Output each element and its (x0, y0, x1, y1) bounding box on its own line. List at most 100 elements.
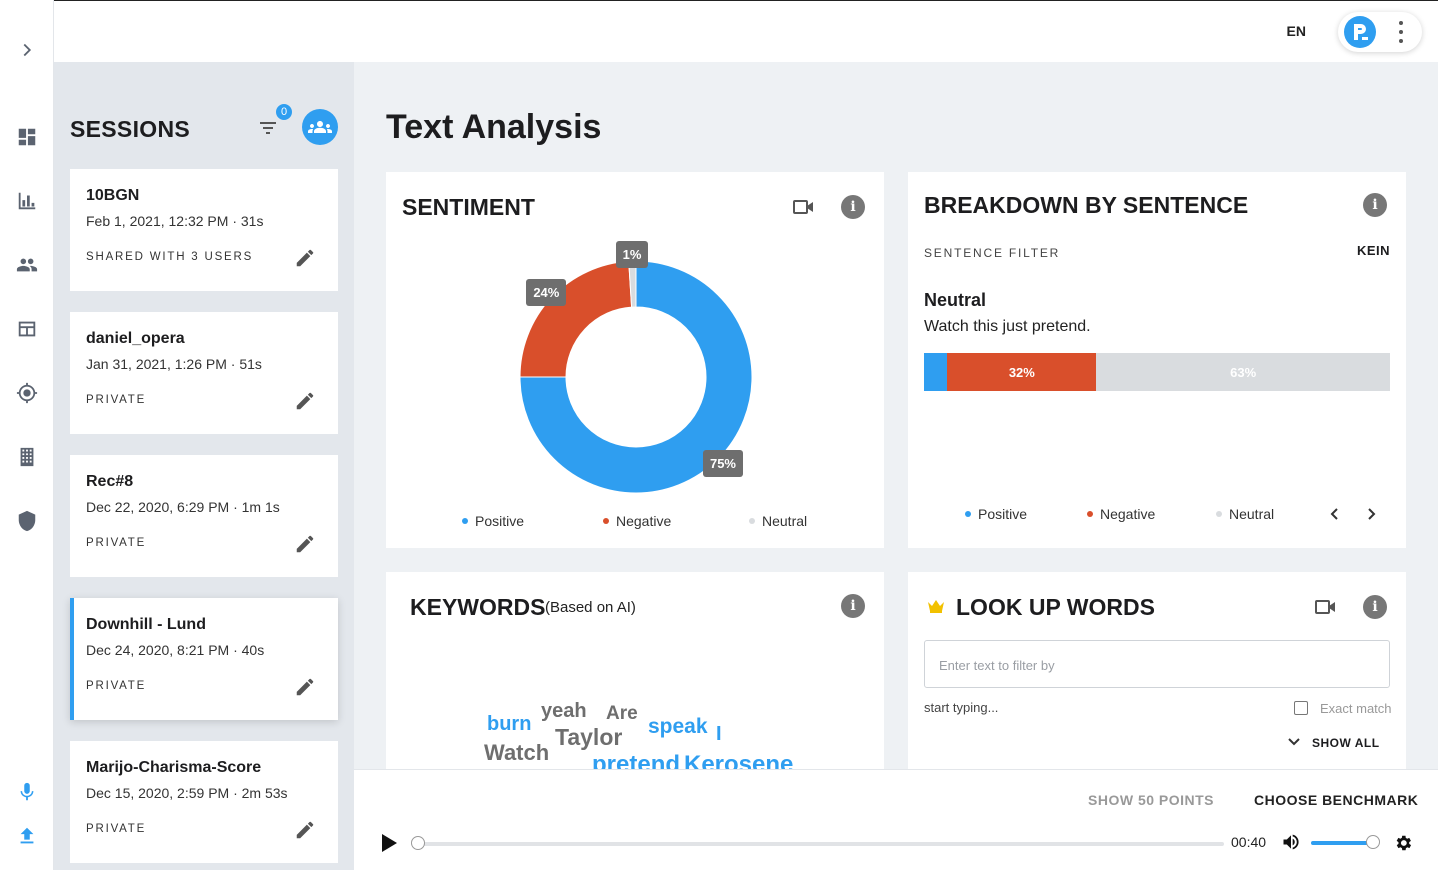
table-icon[interactable] (15, 317, 39, 341)
legend-neutral: Neutral (1216, 506, 1274, 522)
legend-negative: Negative (1087, 506, 1216, 522)
legend-label: Negative (616, 513, 672, 529)
timeline-track[interactable] (416, 842, 1224, 846)
session-date: Dec 24, 2020, 8:21 PM · 40s (86, 642, 265, 658)
expand-chevron-icon[interactable] (15, 38, 39, 62)
chevron-down-icon[interactable] (1287, 735, 1301, 749)
filter-count-badge: 0 (274, 102, 294, 122)
legend-label: Neutral (762, 513, 808, 529)
legend-neutral: Neutral (749, 513, 807, 529)
edit-icon[interactable] (294, 533, 316, 555)
group-icon (308, 121, 332, 133)
page-title: Text Analysis (386, 108, 602, 146)
timeline-thumb[interactable] (411, 836, 425, 850)
session-date: Feb 1, 2021, 12:32 PM · 31s (86, 213, 264, 229)
exact-match-checkbox[interactable] (1294, 701, 1308, 715)
video-camera-icon[interactable] (793, 199, 815, 215)
session-card[interactable]: daniel_opera Jan 31, 2021, 1:26 PM · 51s… (70, 312, 338, 434)
dashboard-icon[interactable] (15, 125, 39, 149)
session-card[interactable]: Rec#8 Dec 22, 2020, 6:29 PM · 1m 1s PRIV… (70, 455, 338, 577)
bar-chart-icon[interactable] (15, 189, 39, 213)
settings-gear-icon[interactable] (1393, 833, 1413, 853)
lookup-search-input[interactable]: Enter text to filter by (924, 640, 1390, 688)
keywords-title: KEYWORDS (410, 594, 546, 620)
sentence-filter-label: SENTENCE FILTER (924, 246, 1061, 260)
group-sessions-button[interactable] (302, 109, 338, 145)
edit-icon[interactable] (294, 390, 316, 412)
session-card-active[interactable]: Downhill - Lund Dec 24, 2020, 8:21 PM · … (70, 598, 338, 720)
session-name: Downhill - Lund (86, 616, 206, 633)
top-bar: EN (54, 0, 1438, 62)
sentence-text: Watch this just pretend. (924, 318, 1091, 335)
session-card[interactable]: Marijo-Charisma-Score Dec 15, 2020, 2:59… (70, 741, 338, 863)
sessions-title: SESSIONS (70, 116, 190, 142)
current-time: 00:40 (1231, 834, 1267, 850)
legend-positive: Positive (965, 506, 1087, 522)
volume-track[interactable] (1311, 841, 1373, 845)
upload-icon[interactable] (15, 824, 39, 848)
microphone-icon[interactable] (15, 780, 39, 804)
session-sharing: SHARED WITH 3 USERS (86, 251, 254, 263)
session-date: Dec 22, 2020, 6:29 PM · 1m 1s (86, 499, 280, 515)
volume-thumb[interactable] (1366, 835, 1380, 849)
info-icon[interactable]: i (841, 195, 865, 219)
keyword: I (716, 723, 722, 745)
media-player: SHOW 50 POINTS CHOOSE BENCHMARK 00:40 (354, 769, 1438, 870)
keywords-panel: KEYWORDS (Based on AI) i burn yeah Are s… (386, 572, 884, 770)
keyword: burn (487, 713, 532, 735)
keyword: Watch (484, 740, 550, 765)
legend-negative: Negative (603, 513, 749, 529)
choose-benchmark-button[interactable]: CHOOSE BENCHMARK (1254, 792, 1418, 808)
bar-segment-negative: 32% (947, 353, 1097, 391)
nav-rail (0, 0, 54, 870)
keyword: yeah (541, 700, 587, 722)
lookup-hint: start typing... (924, 700, 999, 715)
language-selector[interactable]: EN (1287, 23, 1306, 39)
keyword: speak (648, 715, 708, 738)
session-sharing: PRIVATE (86, 680, 147, 692)
chevron-left-icon[interactable] (1328, 506, 1342, 522)
crosshair-icon[interactable] (15, 381, 39, 405)
profile-menu[interactable] (1338, 12, 1422, 52)
more-vert-icon[interactable] (1398, 21, 1404, 43)
bar-segment-neutral: 63% (1096, 353, 1390, 391)
lookup-words-panel: LOOK UP WORDS i Enter text to filter by … (908, 572, 1406, 770)
donut-label-negative: 24% (526, 279, 567, 307)
sentence-stacked-bar: 32% 63% (924, 353, 1390, 391)
edit-icon[interactable] (294, 676, 316, 698)
sentence-sentiment: Neutral (924, 290, 987, 310)
session-name: Rec#8 (86, 473, 134, 490)
keyword: Taylor (555, 724, 623, 750)
edit-icon[interactable] (294, 819, 316, 841)
session-name: 10BGN (86, 187, 140, 204)
session-sharing: PRIVATE (86, 537, 147, 549)
donut-label-neutral: 1% (615, 240, 649, 268)
show-points-button[interactable]: SHOW 50 POINTS (1088, 792, 1214, 808)
session-date: Jan 31, 2021, 1:26 PM · 51s (86, 356, 262, 372)
filter-icon[interactable] (258, 118, 278, 138)
session-sharing: PRIVATE (86, 394, 147, 406)
info-icon[interactable]: i (1363, 595, 1387, 619)
brand-logo-icon (1354, 24, 1368, 40)
breakdown-legend: Positive Negative Neutral (965, 506, 1274, 522)
sentiment-legend: Positive Negative Neutral (462, 513, 807, 529)
chevron-right-icon[interactable] (1364, 506, 1378, 522)
info-icon[interactable]: i (841, 594, 865, 618)
building-icon[interactable] (15, 445, 39, 469)
avatar (1344, 16, 1376, 48)
info-icon[interactable]: i (1363, 193, 1387, 217)
edit-icon[interactable] (294, 247, 316, 269)
show-all-button[interactable]: SHOW ALL (1312, 736, 1380, 750)
people-icon[interactable] (15, 253, 39, 277)
bar-segment-label: 63% (1230, 364, 1257, 380)
play-icon[interactable] (380, 833, 398, 853)
keyword: Kerosene (684, 751, 794, 770)
session-card[interactable]: 10BGN Feb 1, 2021, 12:32 PM · 31s SHARED… (70, 169, 338, 291)
lookup-title: LOOK UP WORDS (956, 594, 1155, 620)
shield-icon[interactable] (15, 509, 39, 533)
volume-icon[interactable] (1280, 832, 1302, 852)
video-camera-icon[interactable] (1315, 599, 1337, 615)
session-date: Dec 15, 2020, 2:59 PM · 2m 53s (86, 785, 288, 801)
sentence-filter-dropdown[interactable]: KEIN (1357, 243, 1390, 258)
sessions-panel: SESSIONS 0 10BGN Feb 1, 2021, 12:32 PM ·… (54, 62, 354, 870)
